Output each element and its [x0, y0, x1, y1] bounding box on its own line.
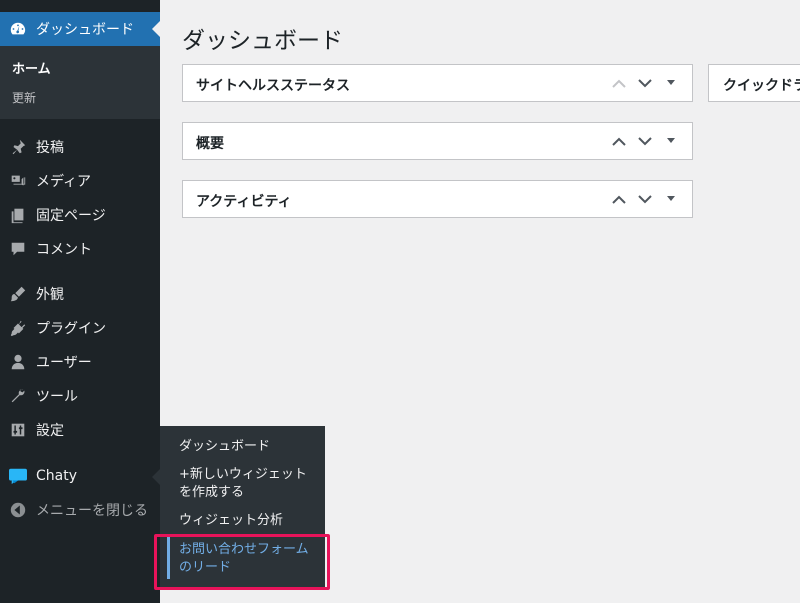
widget-title: アクティビティ: [196, 194, 292, 210]
dashboard-submenu: ホーム 更新: [0, 46, 160, 119]
sidebar-item-label: メディア: [36, 174, 92, 190]
sidebar-item-comments[interactable]: コメント: [0, 234, 160, 264]
sidebar-item-media[interactable]: メディア: [0, 166, 160, 196]
sidebar-item-pages[interactable]: 固定ページ: [0, 200, 160, 230]
flyout-item-widget-analytics[interactable]: ウィジェット分析: [179, 512, 283, 530]
site-health-widget: サイトヘルスステータス: [182, 64, 693, 102]
dashboard-icon: [0, 20, 36, 38]
sidebar-item-appearance[interactable]: 外観: [0, 279, 160, 309]
sidebar-item-label: 固定ページ: [36, 208, 106, 224]
current-menu-arrow: [152, 21, 160, 37]
flyout-item-dashboard[interactable]: ダッシュボード: [179, 438, 270, 456]
comment-icon: [0, 240, 36, 258]
sidebar-item-chaty[interactable]: Chaty: [0, 461, 160, 491]
pin-icon: [0, 138, 36, 156]
flyout-item-new-widget-line2[interactable]: を作成する: [179, 484, 244, 502]
chevron-up-icon[interactable]: [610, 74, 628, 92]
overview-widget: 概要: [182, 122, 693, 160]
flyout-item-new-widget-line1[interactable]: +新しいウィジェット: [179, 466, 307, 484]
chevron-down-icon[interactable]: [636, 132, 654, 150]
sidebar-item-label: ツール: [36, 389, 78, 405]
flyout-arrow: [152, 469, 160, 485]
sidebar-item-label: プラグイン: [36, 321, 106, 337]
sidebar-item-label: コメント: [36, 242, 92, 258]
widget-controls: [610, 65, 680, 101]
wrench-icon: [0, 387, 36, 405]
sidebar-item-label: 投稿: [36, 140, 64, 156]
widget-controls: [610, 123, 680, 159]
settings-icon: [0, 421, 36, 439]
quick-draft-widget: クイックドラフト: [708, 64, 800, 102]
widget-title: サイトヘルスステータス: [196, 78, 350, 94]
sidebar-item-label: 設定: [36, 423, 64, 439]
sidebar-item-label: 外観: [36, 287, 64, 303]
widget-title: クイックドラフト: [723, 78, 800, 94]
highlight-box: [154, 534, 330, 590]
chaty-icon: [0, 467, 36, 485]
sidebar-item-dashboard[interactable]: ダッシュボード: [0, 12, 160, 46]
activity-widget: アクティビティ: [182, 180, 693, 218]
media-icon: [0, 172, 36, 190]
caret-down-icon[interactable]: [662, 132, 680, 150]
sidebar-item-settings[interactable]: 設定: [0, 415, 160, 445]
chevron-up-icon[interactable]: [610, 190, 628, 208]
chevron-down-icon[interactable]: [636, 74, 654, 92]
page-icon: [0, 206, 36, 224]
chevron-up-icon[interactable]: [610, 132, 628, 150]
submenu-update[interactable]: 更新: [12, 89, 36, 106]
sidebar-item-label: ダッシュボード: [36, 22, 134, 38]
plugin-icon: [0, 319, 36, 337]
sidebar-item-users[interactable]: ユーザー: [0, 347, 160, 377]
sidebar-item-posts[interactable]: 投稿: [0, 132, 160, 162]
sidebar-item-plugins[interactable]: プラグイン: [0, 313, 160, 343]
sidebar-item-label: メニューを閉じる: [36, 503, 148, 519]
sidebar-item-tools[interactable]: ツール: [0, 381, 160, 411]
chevron-down-icon[interactable]: [636, 190, 654, 208]
widget-title: 概要: [196, 136, 224, 152]
page-title: ダッシュボード: [182, 28, 343, 54]
user-icon: [0, 353, 36, 371]
submenu-home[interactable]: ホーム: [12, 58, 51, 77]
sidebar-item-label: ユーザー: [36, 355, 92, 371]
collapse-menu-button[interactable]: メニューを閉じる: [0, 495, 160, 525]
widget-controls: [610, 181, 680, 217]
brush-icon: [0, 285, 36, 303]
sidebar-item-label: Chaty: [36, 468, 78, 484]
caret-down-icon[interactable]: [662, 190, 680, 208]
collapse-icon: [0, 501, 36, 519]
caret-down-icon[interactable]: [662, 74, 680, 92]
admin-sidebar: ダッシュボード ホーム 更新 投稿 メディア 固定ページ コメント 外観 プラグ…: [0, 0, 160, 603]
